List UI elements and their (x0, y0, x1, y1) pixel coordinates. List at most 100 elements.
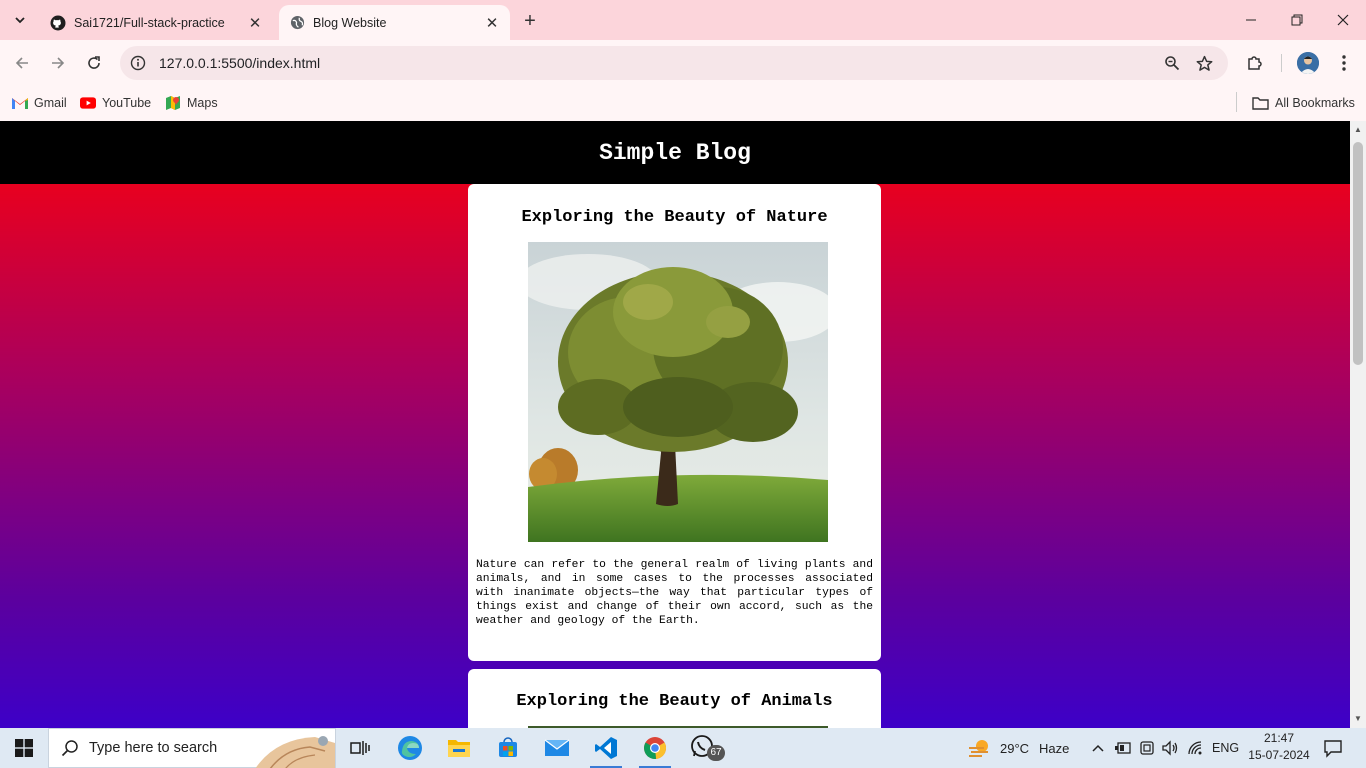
task-view-icon (350, 741, 370, 755)
taskbar-chrome[interactable] (631, 728, 679, 768)
profile-avatar[interactable] (1297, 52, 1319, 74)
tab-github[interactable]: Sai1721/Full-stack-practice ✕ (40, 5, 273, 40)
globe-icon (289, 15, 305, 31)
vscode-icon (595, 737, 617, 759)
restore-button[interactable] (1274, 0, 1320, 40)
zoom-icon[interactable] (1162, 53, 1182, 73)
chevron-down-icon (15, 17, 25, 24)
taskbar-whatsapp[interactable]: 67 (680, 728, 728, 768)
extensions-icon[interactable] (1244, 52, 1266, 74)
language-label: ENG (1212, 741, 1240, 755)
bookmark-label: Gmail (34, 96, 67, 110)
taskbar-file-explorer[interactable] (435, 728, 483, 768)
minimize-button[interactable] (1228, 0, 1274, 40)
blog-title: Simple Blog (599, 139, 751, 166)
start-button[interactable] (0, 728, 48, 768)
file-explorer-icon (448, 740, 470, 757)
bookmark-gmail[interactable]: Gmail (12, 92, 67, 114)
scrollbar-thumb[interactable] (1353, 142, 1363, 365)
meet-now-icon[interactable] (1139, 728, 1155, 768)
new-tab-button[interactable]: + (518, 9, 542, 33)
edge-icon (398, 736, 422, 760)
tab-search-button[interactable] (7, 7, 33, 33)
tab-title: Sai1721/Full-stack-practice (74, 15, 225, 30)
all-bookmarks-label: All Bookmarks (1275, 96, 1355, 110)
scroll-up-icon[interactable]: ▲ (1353, 125, 1363, 135)
maps-icon (165, 95, 181, 111)
page-scrollbar[interactable]: ▲ ▼ (1350, 121, 1366, 728)
post-title: Exploring the Beauty of Animals (516, 692, 833, 711)
tree-photo (528, 242, 828, 542)
reload-icon (88, 56, 100, 69)
taskbar-store[interactable] (484, 728, 532, 768)
clock-time: 21:47 (1263, 731, 1295, 745)
search-highlight-illustration (255, 736, 335, 768)
system-clock[interactable]: 21:47 15-07-2024 (1246, 730, 1312, 764)
blog-post-card: Exploring the Beauty of Animals (468, 669, 881, 728)
youtube-icon (80, 95, 96, 111)
task-view-button[interactable] (336, 728, 384, 768)
reload-button[interactable] (79, 48, 109, 78)
notifications-button[interactable] (1323, 728, 1343, 768)
bookmarks-divider (1236, 92, 1237, 112)
mail-icon (544, 739, 570, 756)
github-icon (50, 15, 66, 31)
taskbar-vscode[interactable] (582, 728, 630, 768)
bookmark-maps[interactable]: Maps (165, 92, 218, 114)
microsoft-store-icon (499, 737, 517, 757)
tab-strip: Sai1721/Full-stack-practice ✕ Blog Websi… (0, 0, 1366, 40)
more-menu-icon[interactable] (1333, 52, 1355, 74)
close-tab-icon[interactable]: ✕ (484, 15, 500, 32)
weather-description: Haze (1039, 740, 1070, 756)
post-body: Nature can refer to the general realm of… (476, 559, 873, 627)
toolbar-divider (1281, 54, 1282, 72)
battery-icon[interactable] (1114, 728, 1132, 768)
address-url: 127.0.0.1:5500/index.html (159, 55, 321, 71)
site-info-icon[interactable] (129, 54, 147, 72)
page-viewport: Simple Blog Exploring the Beauty of Natu… (0, 121, 1350, 728)
blog-post-card: Exploring the Beauty of Nature Nature ca… (468, 184, 881, 661)
language-indicator[interactable]: ENG (1212, 728, 1239, 768)
tab-title: Blog Website (313, 15, 387, 30)
minimize-icon (1246, 19, 1256, 21)
back-button[interactable] (7, 48, 37, 78)
chevron-up-icon (1092, 744, 1104, 752)
volume-icon[interactable] (1162, 728, 1180, 768)
forward-button[interactable] (43, 48, 73, 78)
chrome-icon (643, 737, 667, 760)
bookmarks-bar: Gmail YouTube Maps All Bookmarks (0, 85, 1366, 121)
whatsapp-badge: 67 (707, 745, 725, 761)
bookmark-label: Maps (187, 96, 218, 110)
bookmark-youtube[interactable]: YouTube (80, 92, 151, 114)
address-bar[interactable]: 127.0.0.1:5500/index.html (120, 46, 1228, 80)
search-icon (61, 739, 79, 757)
post-title: Exploring the Beauty of Nature (521, 208, 828, 227)
close-tab-icon[interactable]: ✕ (247, 15, 263, 32)
taskbar-mail[interactable] (533, 728, 581, 768)
windows-taskbar: Type here to search 67 29°C Haze ENG 21:… (0, 728, 1366, 768)
search-placeholder: Type here to search (89, 740, 218, 756)
show-hidden-icons-button[interactable] (1091, 728, 1105, 768)
notification-icon (1324, 740, 1342, 758)
arrow-right-icon (52, 57, 65, 69)
close-icon (1337, 14, 1349, 26)
arrow-left-icon (15, 57, 28, 69)
bookmark-label: YouTube (102, 96, 152, 110)
taskbar-edge[interactable] (386, 728, 434, 768)
wifi-icon[interactable] (1187, 728, 1205, 768)
blog-header: Simple Blog (0, 121, 1350, 184)
tab-blog-website[interactable]: Blog Website ✕ (279, 5, 510, 40)
folder-icon (1251, 95, 1269, 111)
taskbar-search[interactable]: Type here to search (48, 728, 336, 768)
browser-toolbar: 127.0.0.1:5500/index.html (0, 40, 1366, 85)
restore-icon (1291, 14, 1303, 26)
close-window-button[interactable] (1320, 0, 1366, 40)
scroll-down-icon[interactable]: ▼ (1353, 714, 1363, 724)
bookmark-star-icon[interactable] (1194, 53, 1214, 73)
weather-temperature: 29°C (1000, 740, 1030, 756)
weather-widget[interactable]: 29°C Haze (968, 728, 1069, 768)
all-bookmarks-button[interactable]: All Bookmarks (1251, 92, 1355, 114)
windows-logo-icon (15, 739, 33, 757)
gmail-icon (12, 95, 28, 111)
clock-date: 15-07-2024 (1248, 748, 1310, 762)
